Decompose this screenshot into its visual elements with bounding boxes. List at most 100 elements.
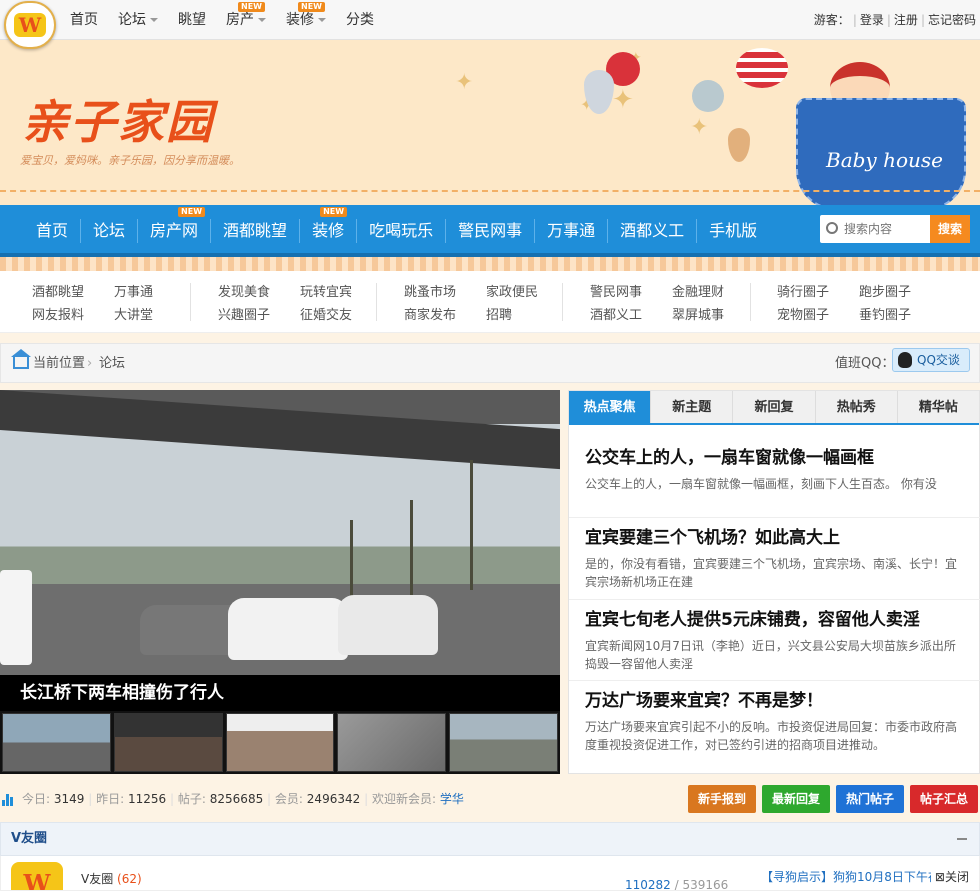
topnav-item-house[interactable]: 房产 NEW xyxy=(216,0,276,40)
sublink[interactable]: 家政便民 xyxy=(486,281,538,300)
sublink[interactable]: 网友报料 xyxy=(32,304,84,323)
qq-chat-button[interactable]: QQ交谈 xyxy=(892,348,970,372)
tab-hot-focus[interactable]: 热点聚焦 xyxy=(569,391,652,423)
slide-thumb[interactable] xyxy=(225,713,335,772)
forum-icon[interactable]: W xyxy=(11,862,63,890)
stat-posts: 8256685 xyxy=(209,792,264,806)
news-title[interactable]: 万达广场要来宜宾？不再是梦！ xyxy=(585,691,823,711)
tab-featured[interactable]: 精华帖 xyxy=(898,391,979,423)
sublink[interactable]: 发现美食 xyxy=(218,281,270,300)
sublink[interactable]: 兴趣圈子 xyxy=(218,304,270,323)
decorative-stripe xyxy=(0,257,980,271)
sublink[interactable]: 宠物圈子 xyxy=(777,304,829,323)
news-item: 公交车上的人，一扇车窗就像一幅画框 公交车上的人，一扇车窗就像一幅画框，刻画下人… xyxy=(585,445,965,493)
sublink[interactable]: 垂钓圈子 xyxy=(859,304,911,323)
sublink[interactable]: 大讲堂 xyxy=(114,304,153,323)
stat-members: 2496342 xyxy=(306,792,361,806)
sublink[interactable]: 骑行圈子 xyxy=(777,281,829,300)
topnav-item-decor[interactable]: 装修 NEW xyxy=(276,0,336,40)
close-notice-button[interactable]: ⊠关闭 xyxy=(930,868,969,885)
sublink[interactable]: 警民网事 xyxy=(590,281,642,300)
news-item: 宜宾要建三个飞机场？如此高大上 是的，你没有看错，宜宾要建三个飞机场，宜宾宗场、… xyxy=(569,517,980,591)
forum-notice-link[interactable]: 【寻狗启示】狗狗10月8日下午在 xyxy=(761,868,940,885)
newbie-checkin-button[interactable]: 新手报到 xyxy=(687,785,756,813)
bridge-shape xyxy=(0,390,560,470)
mainnav-item-food[interactable]: 吃喝玩乐 xyxy=(357,205,445,253)
sublink[interactable]: 万事通 xyxy=(114,281,153,300)
new-badge: NEW xyxy=(320,207,348,217)
slide-thumb[interactable] xyxy=(449,713,558,772)
news-title[interactable]: 宜宾要建三个飞机场？如此高大上 xyxy=(585,528,840,548)
slide-thumb[interactable] xyxy=(337,713,447,772)
mainnav-item-view[interactable]: 酒都眺望 xyxy=(211,205,299,253)
user-links: 游客： | 登录 | 注册 | 忘记密码 xyxy=(813,13,976,27)
breadcrumb-forum-link[interactable]: 论坛 xyxy=(99,344,125,384)
mainnav-label: 装修 xyxy=(312,221,345,240)
mainnav-item-mobile[interactable]: 手机版 xyxy=(697,205,769,253)
collapse-icon[interactable] xyxy=(957,838,967,840)
quick-buttons: 新手报到 最新回复 热门帖子 帖子汇总 xyxy=(687,785,978,813)
mainnav-item-decor[interactable]: 装修 NEW xyxy=(300,205,356,253)
news-title[interactable]: 宜宾七旬老人提供5元床铺费，容留他人卖淫 xyxy=(585,610,920,630)
posts-summary-button[interactable]: 帖子汇总 xyxy=(909,785,978,813)
mainnav-item-police[interactable]: 警民网事 xyxy=(446,205,534,253)
baby-house-pocket: Baby house xyxy=(796,98,966,205)
sublink[interactable]: 翠屏城事 xyxy=(672,304,724,323)
sublink[interactable]: 玩转宜宾 xyxy=(300,281,352,300)
ornament-gold xyxy=(728,128,750,162)
new-member-link[interactable]: 学华 xyxy=(440,792,464,806)
mainnav-item-house[interactable]: 房产网 NEW xyxy=(138,205,210,253)
sublink-group: 酒都眺望 万事通 网友报料 大讲堂 xyxy=(32,281,153,323)
topnav-label: 眺望 xyxy=(178,12,206,28)
slide-thumb[interactable] xyxy=(2,713,111,772)
forgot-password-link[interactable]: 忘记密码 xyxy=(928,13,976,27)
sublink[interactable]: 酒都眺望 xyxy=(32,281,84,300)
sublink[interactable]: 酒都义工 xyxy=(590,304,642,323)
latest-replies-button[interactable]: 最新回复 xyxy=(761,785,830,813)
mainnav-item-home[interactable]: 首页 xyxy=(24,205,80,253)
forum-name-label: V友圈 xyxy=(81,872,114,886)
sublink[interactable]: 跳蚤市场 xyxy=(404,281,456,300)
slide-caption[interactable]: 长江桥下两车相撞伤了行人 xyxy=(0,675,560,711)
slide-photo[interactable] xyxy=(0,390,560,675)
forum-name[interactable]: V友圈 (62) xyxy=(81,870,142,887)
sublink[interactable]: 商家发布 xyxy=(404,304,456,323)
register-link[interactable]: 注册 xyxy=(894,13,918,27)
topnav-item-view[interactable]: 眺望 xyxy=(168,0,216,40)
news-title[interactable]: 公交车上的人，一扇车窗就像一幅画框 xyxy=(585,448,874,468)
tab-new-topics[interactable]: 新主题 xyxy=(651,391,734,423)
star-icon: ✦ xyxy=(612,85,634,115)
brand-title: 亲子家园 xyxy=(22,95,214,149)
topnav-item-home[interactable]: 首页 xyxy=(60,0,108,40)
duty-qq-label: 值班QQ： xyxy=(835,356,895,371)
close-label: 关闭 xyxy=(944,870,969,884)
chevron-down-icon xyxy=(150,18,158,22)
banner-divider xyxy=(0,190,980,192)
sublink[interactable]: 征婚交友 xyxy=(300,304,352,323)
home-icon[interactable] xyxy=(11,349,31,369)
tab-hot-posts[interactable]: 热帖秀 xyxy=(816,391,898,423)
slide-thumb[interactable] xyxy=(113,713,223,772)
new-badge: NEW xyxy=(238,2,265,12)
news-summary: 万达广场要来宜宾引起不小的反响。市投资促进局回复：市委市政府高度重视投资促进工作… xyxy=(585,720,958,752)
tab-new-replies[interactable]: 新回复 xyxy=(733,391,816,423)
search-button[interactable]: 搜索 xyxy=(930,215,970,243)
mainnav-item-forum[interactable]: 论坛 xyxy=(81,205,137,253)
sublink[interactable]: 跑步圈子 xyxy=(859,281,911,300)
topnav-item-category[interactable]: 分类 xyxy=(336,0,384,40)
login-link[interactable]: 登录 xyxy=(860,13,884,27)
search-input[interactable] xyxy=(844,215,930,243)
mainnav-item-volunteer[interactable]: 酒都义工 xyxy=(608,205,696,253)
mainnav-item-qa[interactable]: 万事通 xyxy=(535,205,607,253)
stat-yesterday: 11256 xyxy=(128,792,167,806)
sublink[interactable]: 金融理财 xyxy=(672,281,724,300)
topnav-item-forum[interactable]: 论坛 xyxy=(108,0,168,40)
chevron-right-icon: › xyxy=(87,356,93,371)
forum-posts: 539166 xyxy=(682,878,729,891)
topnav-label: 论坛 xyxy=(118,12,146,28)
sublink[interactable]: 招聘 xyxy=(486,304,538,323)
hot-posts-button[interactable]: 热门帖子 xyxy=(835,785,904,813)
site-logo[interactable]: W xyxy=(4,1,56,49)
mainnav-label: 房产网 xyxy=(150,221,199,240)
ornament-grey xyxy=(692,80,724,112)
